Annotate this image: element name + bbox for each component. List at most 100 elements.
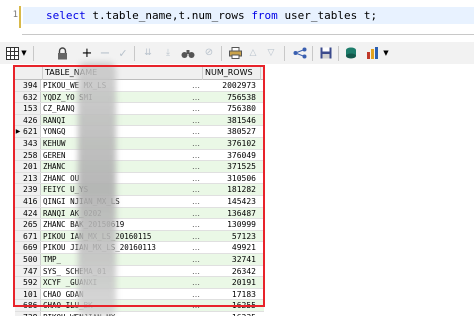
table-row[interactable]: 632 YQDZ_YO SMI… 756538 [15, 91, 264, 104]
num-rows-cell[interactable]: 16255 [205, 300, 259, 311]
result-grid[interactable]: TABLE_NAME NUM_ROWS 394 PIKOU_WE MX_LS… 20… [15, 66, 264, 316]
num-rows-cell[interactable]: 756538 [205, 92, 259, 103]
num-rows-cell[interactable]: 26342 [205, 266, 259, 277]
cell-editor-button[interactable]: … [191, 289, 201, 300]
cell-editor-button[interactable]: … [191, 242, 201, 253]
table-name-cell[interactable]: ZHANC BAK_20150619 [43, 219, 202, 230]
table-name-cell[interactable]: ZHANC OU [43, 173, 202, 184]
cell-editor-button[interactable]: … [191, 173, 201, 184]
table-name-cell[interactable]: PIKOU IAN_MX_LS_20160115 [43, 231, 202, 242]
cell-editor-button[interactable]: … [191, 138, 201, 149]
table-name-cell[interactable]: SYS_ SCHEMA_01 [43, 266, 202, 277]
table-name-cell[interactable]: XCYF _GUANXI [43, 277, 202, 288]
num-rows-cell[interactable]: 376102 [205, 138, 259, 149]
table-name-cell[interactable]: PIKOU JIAN_MX_LS_20160113 [43, 242, 202, 253]
sql-text[interactable]: select t.table_name,t.num_rows from user… [46, 9, 377, 22]
binoculars-icon[interactable] [180, 45, 196, 61]
num-rows-cell[interactable]: 2002973 [205, 80, 259, 91]
down-icon[interactable]: ▽ [263, 45, 279, 61]
delete-row-icon[interactable]: − [97, 45, 113, 61]
num-rows-cell[interactable]: 756380 [205, 103, 259, 114]
table-row[interactable]: 747 SYS_ SCHEMA_01… 26342 [15, 265, 264, 278]
num-rows-cell[interactable]: 16235 [205, 312, 259, 316]
table-name-cell[interactable]: RANQI [43, 115, 202, 126]
table-name-cell[interactable]: GEREN [43, 150, 202, 161]
table-row[interactable]: 201 ZHANC… 371525 [15, 161, 264, 173]
num-rows-cell[interactable]: 130999 [205, 219, 259, 230]
num-rows-cell[interactable]: 20191 [205, 277, 259, 288]
table-name-cell[interactable]: TMP_ [43, 254, 202, 265]
cell-editor-button[interactable]: … [191, 103, 201, 114]
cell-editor-button[interactable]: … [191, 115, 201, 126]
table-row[interactable]: 416QINGI NJIAN_MX_LS… 145423 [15, 195, 264, 208]
table-name-cell[interactable]: CHAO GDAN [43, 289, 202, 300]
num-rows-cell[interactable]: 310506 [205, 173, 259, 184]
cell-editor-button[interactable]: … [191, 266, 201, 277]
num-rows-cell[interactable]: 145423 [205, 196, 259, 207]
cell-editor-button[interactable]: … [191, 92, 201, 103]
cell-editor-button[interactable]: … [191, 208, 201, 219]
dropdown-arrow-icon[interactable]: ▼ [19, 45, 29, 61]
table-row[interactable]: 101 CHAO GDAN… 17183 [15, 288, 264, 301]
save-icon[interactable] [318, 45, 334, 61]
table-row[interactable]: 426 RANQI… 381546 [15, 114, 264, 127]
table-row[interactable]: ▶ 621 YONGQ… 380527 [15, 126, 264, 138]
table-name-cell[interactable]: YQDZ_YO SMI [43, 92, 202, 103]
num-rows-cell[interactable]: 57123 [205, 231, 259, 242]
table-row[interactable]: 265ZHANC BAK_20150619… 130999 [15, 219, 264, 231]
table-name-cell[interactable]: PIKOU_WE MX_LS [43, 80, 202, 91]
table-row[interactable]: 738PIKOU_WENJIAN_MX… 16235 [15, 311, 264, 316]
connect-icon[interactable] [292, 45, 308, 61]
next-record-icon[interactable]: ⇊ [140, 45, 156, 61]
table-name-cell[interactable]: FEIYC U_YS [43, 184, 202, 195]
cell-editor-button[interactable]: … [191, 196, 201, 207]
clear-filter-icon[interactable]: ⊘ [201, 45, 217, 61]
cell-editor-button[interactable]: … [191, 231, 201, 242]
table-row[interactable]: 686 CHAO ILU_BK… 16255 [15, 300, 264, 312]
table-row[interactable]: 239 FEIYC U_YS… 181282 [15, 184, 264, 196]
column-header-num-rows[interactable]: NUM_ROWS [203, 66, 261, 80]
chart-icon[interactable] [365, 45, 381, 61]
sql-editor[interactable]: 1 select t.table_name,t.num_rows from us… [0, 0, 474, 35]
cell-editor-button[interactable]: … [191, 126, 201, 137]
table-name-cell[interactable]: QINGI NJIAN_MX_LS [43, 196, 202, 207]
dropdown-arrow-icon[interactable]: ▼ [381, 45, 391, 61]
cell-editor-button[interactable]: … [191, 219, 201, 230]
num-rows-cell[interactable]: 376049 [205, 150, 259, 161]
print-icon[interactable] [227, 45, 243, 61]
table-name-cell[interactable]: RANQI AK_0202 [43, 208, 202, 219]
table-row[interactable]: 153 CZ_RANQ… 756380 [15, 103, 264, 115]
cell-editor-button[interactable]: … [191, 80, 201, 91]
table-row[interactable]: 592 XCYF _GUANXI… 20191 [15, 277, 264, 289]
table-name-cell[interactable]: CHAO ILU_BK [43, 300, 202, 311]
cell-editor-button[interactable]: … [191, 277, 201, 288]
cell-editor-button[interactable]: … [191, 161, 201, 172]
table-name-cell[interactable]: YONGQ [43, 126, 202, 137]
num-rows-cell[interactable]: 136487 [205, 208, 259, 219]
column-header-table-name[interactable]: TABLE_NAME [43, 66, 203, 80]
num-rows-cell[interactable]: 49921 [205, 242, 259, 253]
table-row[interactable]: 424 RANQI AK_0202… 136487 [15, 207, 264, 220]
table-row[interactable]: 500 TMP_… 32741 [15, 253, 264, 266]
table-name-cell[interactable]: PIKOU_WENJIAN_MX [43, 312, 202, 316]
add-row-icon[interactable]: + [79, 45, 95, 61]
post-icon[interactable]: ✓ [115, 45, 131, 61]
export-icon[interactable] [344, 45, 360, 61]
table-row[interactable]: 343 KEHUW… 376102 [15, 137, 264, 150]
cell-editor-button[interactable]: … [191, 254, 201, 265]
cell-editor-button[interactable]: … [191, 184, 201, 195]
num-rows-cell[interactable]: 380527 [205, 126, 259, 137]
cell-editor-button[interactable]: … [191, 150, 201, 161]
num-rows-cell[interactable]: 32741 [205, 254, 259, 265]
table-row[interactable]: 394 PIKOU_WE MX_LS… 2002973 [15, 80, 264, 92]
num-rows-cell[interactable]: 371525 [205, 161, 259, 172]
table-row[interactable]: 669PIKOU JIAN_MX_LS_20160113… 49921 [15, 242, 264, 254]
table-name-cell[interactable]: CZ_RANQ [43, 103, 202, 114]
table-name-cell[interactable]: KEHUW [43, 138, 202, 149]
up-icon[interactable]: △ [245, 45, 261, 61]
num-rows-cell[interactable]: 17183 [205, 289, 259, 300]
num-rows-cell[interactable]: 181282 [205, 184, 259, 195]
num-rows-cell[interactable]: 381546 [205, 115, 259, 126]
cell-editor-button[interactable]: … [191, 300, 201, 311]
last-record-icon[interactable]: ⤓ [160, 45, 176, 61]
